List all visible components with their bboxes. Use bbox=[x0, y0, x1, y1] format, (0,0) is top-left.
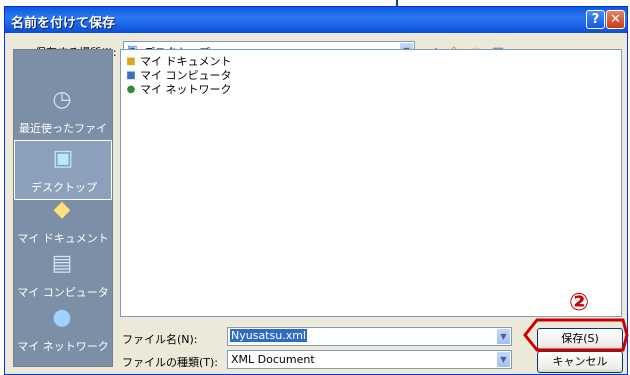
dialog-title: 名前を付けて保存 bbox=[11, 16, 116, 31]
annotation-highlight bbox=[523, 318, 629, 352]
place-label: マイ ネットワーク bbox=[17, 340, 109, 353]
annotation-outline bbox=[523, 318, 629, 352]
network-icon: ● bbox=[126, 84, 136, 95]
filetype-label: ファイルの種類(T): bbox=[122, 356, 219, 369]
place-recent[interactable]: ◷ 最近使ったファイル bbox=[14, 82, 112, 151]
filetype-value: XML Document bbox=[231, 353, 315, 366]
close-button[interactable]: ✕ bbox=[606, 10, 625, 29]
my-computer-icon: ▤ bbox=[51, 251, 73, 276]
chevron-down-icon[interactable]: ▼ bbox=[496, 328, 511, 345]
filename-input[interactable]: Nyusatsu.xml ▼ bbox=[227, 327, 512, 346]
desktop-icon: ▣ bbox=[52, 146, 74, 171]
list-item[interactable]: ■ マイ ドキュメント bbox=[125, 53, 231, 68]
place-desktop[interactable]: ▣ デスクトップ bbox=[14, 140, 112, 200]
place-label: マイ ドキュメント bbox=[17, 232, 109, 245]
filename-label: ファイル名(N): bbox=[122, 333, 198, 346]
title-bar: 名前を付けて保存 ? ✕ bbox=[5, 7, 627, 33]
file-name: マイ ネットワーク bbox=[140, 83, 232, 96]
places-bar: ◷ 最近使ったファイル ▣ デスクトップ ◆ マイ ドキュメント ▤ マイ コン… bbox=[13, 49, 113, 367]
list-item[interactable]: ■ マイ コンピュータ bbox=[125, 67, 231, 82]
list-item[interactable]: ● マイ ネットワーク bbox=[125, 81, 232, 96]
place-my-documents[interactable]: ◆ マイ ドキュメント bbox=[14, 192, 112, 252]
recent-icon: ◷ bbox=[52, 87, 72, 112]
help-button[interactable]: ? bbox=[586, 10, 605, 29]
place-my-computer[interactable]: ▤ マイ コンピュータ bbox=[14, 246, 112, 306]
chevron-down-icon[interactable]: ▼ bbox=[496, 351, 511, 368]
my-network-icon: ● bbox=[52, 305, 72, 330]
my-documents-icon: ◆ bbox=[53, 197, 71, 222]
filename-value: Nyusatsu.xml bbox=[230, 329, 307, 342]
place-my-network[interactable]: ● マイ ネットワーク bbox=[14, 300, 112, 360]
cancel-button[interactable]: キャンセル bbox=[537, 351, 623, 373]
filetype-select[interactable]: XML Document ▼ bbox=[227, 350, 512, 369]
file-list[interactable]: ■ マイ ドキュメント ■ マイ コンピュータ ● マイ ネットワーク bbox=[120, 49, 622, 317]
place-label: マイ コンピュータ bbox=[17, 286, 109, 299]
annotation-marker: ② bbox=[568, 288, 590, 316]
